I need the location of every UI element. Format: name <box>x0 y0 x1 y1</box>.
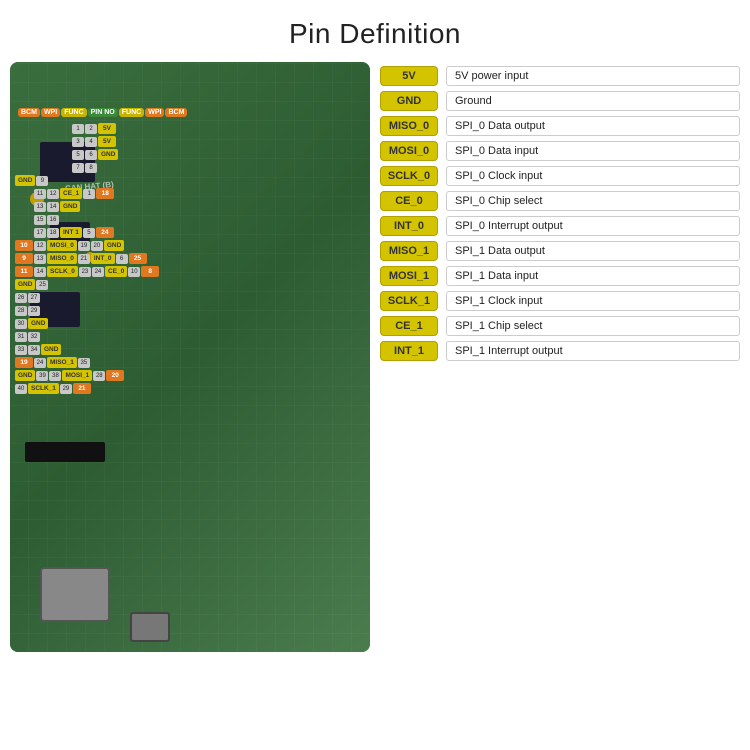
legend-badge-sclk1: SCLK_1 <box>380 291 438 311</box>
legend-badge-int1: INT_1 <box>380 341 438 361</box>
pcb-pin-row-15: 2829 <box>15 304 159 317</box>
usb-port <box>130 612 170 642</box>
pcb-pin-row-4: 78 <box>15 161 159 174</box>
hdr-func-right: FUNC <box>119 108 144 117</box>
pcb-pin-row-17: 3132 <box>15 330 159 343</box>
legend-item-5v: 5V 5V power input <box>380 66 740 86</box>
legend-item-ce0: CE_0 SPI_0 Chip select <box>380 191 740 211</box>
pcb-pin-row-14: 2627 <box>15 291 159 304</box>
hdr-wpi: WPI <box>41 108 60 117</box>
pcb-pin-row-13: GND 25 <box>15 278 159 291</box>
hdr-func-left: FUNC <box>61 108 86 117</box>
legend-desc-mosi1: SPI_1 Data input <box>446 266 740 286</box>
pcb-area: CAN HAT (B) BCM WPI FUNC PIN NO FUNC WPI… <box>10 62 370 652</box>
pcb-pin-row-7: 1314 GND <box>15 200 159 213</box>
legend-item-miso0: MISO_0 SPI_0 Data output <box>380 116 740 136</box>
pcb-pin-row-6: 1112 CE_1 1 18 <box>15 187 159 200</box>
legend-badge-5v: 5V <box>380 66 438 86</box>
page-container: Pin Definition CAN HAT (B) <box>0 0 750 750</box>
legend-item-mosi1: MOSI_1 SPI_1 Data input <box>380 266 740 286</box>
pcb-pin-row-11: 9 13 MISO_0 21 INT_0 6 25 <box>15 252 159 265</box>
pcb-pin-row-21: 40 SCLK_1 29 21 <box>15 382 159 395</box>
legend-item-mosi0: MOSI_0 SPI_0 Data input <box>380 141 740 161</box>
pcb-pin-row-5: GND 9 <box>15 174 159 187</box>
page-title: Pin Definition <box>289 18 461 50</box>
legend-item-int0: INT_0 SPI_0 Interrupt output <box>380 216 740 236</box>
legend-badge-miso1: MISO_1 <box>380 241 438 261</box>
content-row: CAN HAT (B) BCM WPI FUNC PIN NO FUNC WPI… <box>0 62 750 652</box>
legend-desc-sclk1: SPI_1 Clock input <box>446 291 740 311</box>
pcb-pin-row-8: 1516 <box>15 213 159 226</box>
hdr-pin-no: PIN NO <box>88 108 118 117</box>
pcb-pin-row-2: 34 5V <box>15 135 159 148</box>
legend-badge-gnd: GND <box>380 91 438 111</box>
pcb-image: CAN HAT (B) BCM WPI FUNC PIN NO FUNC WPI… <box>10 62 370 652</box>
pcb-pin-row-3: 56 GND <box>15 148 159 161</box>
pcb-pin-row-16: 30 GND <box>15 317 159 330</box>
legend-badge-mosi0: MOSI_0 <box>380 141 438 161</box>
legend-desc-int1: SPI_1 Interrupt output <box>446 341 740 361</box>
pcb-pin-row-9: 1718 INT 1 5 24 <box>15 226 159 239</box>
hdr-wpi-right: WPI <box>145 108 164 117</box>
legend-desc-gnd: Ground <box>446 91 740 111</box>
legend-desc-miso1: SPI_1 Data output <box>446 241 740 261</box>
legend-badge-ce1: CE_1 <box>380 316 438 336</box>
legend-item-int1: INT_1 SPI_1 Interrupt output <box>380 341 740 361</box>
hdr-bcm: BCM <box>18 108 40 117</box>
pcb-pin-row-10: 10 12 MOSI_0 1920 GND <box>15 239 159 252</box>
legend-desc-ce0: SPI_0 Chip select <box>446 191 740 211</box>
legend-badge-mosi1: MOSI_1 <box>380 266 438 286</box>
legend-desc-5v: 5V power input <box>446 66 740 86</box>
legend-item-ce1: CE_1 SPI_1 Chip select <box>380 316 740 336</box>
legend-item-gnd: GND Ground <box>380 91 740 111</box>
legend-panel: 5V 5V power input GND Ground MISO_0 SPI_… <box>380 62 740 652</box>
legend-badge-sclk0: SCLK_0 <box>380 166 438 186</box>
pcb-pin-row-12: 11 14 SCLK_0 2324 CE_0 10 8 <box>15 265 159 278</box>
pcb-pin-row-1: 12 5V <box>15 122 159 135</box>
legend-desc-ce1: SPI_1 Chip select <box>446 316 740 336</box>
hdr-bcm-right: BCM <box>165 108 187 117</box>
legend-badge-miso0: MISO_0 <box>380 116 438 136</box>
pcb-pin-row-18: 3334 GND <box>15 343 159 356</box>
legend-desc-miso0: SPI_0 Data output <box>446 116 740 136</box>
legend-badge-int0: INT_0 <box>380 216 438 236</box>
legend-badge-ce0: CE_0 <box>380 191 438 211</box>
legend-item-miso1: MISO_1 SPI_1 Data output <box>380 241 740 261</box>
pcb-pin-row-19: 19 24 MISO_1 35 <box>15 356 159 369</box>
legend-desc-int0: SPI_0 Interrupt output <box>446 216 740 236</box>
legend-desc-mosi0: SPI_0 Data input <box>446 141 740 161</box>
pin-header-labels: BCM WPI FUNC PIN NO FUNC WPI BCM <box>18 108 187 117</box>
legend-item-sclk0: SCLK_0 SPI_0 Clock input <box>380 166 740 186</box>
legend-item-sclk1: SCLK_1 SPI_1 Clock input <box>380 291 740 311</box>
legend-desc-sclk0: SPI_0 Clock input <box>446 166 740 186</box>
pcb-pin-row-20: GND 39 38 MOSI_1 28 20 <box>15 369 159 382</box>
pcb-pin-table: 12 5V 34 5V 56 GND <box>15 122 159 395</box>
ethernet-port <box>40 567 110 622</box>
